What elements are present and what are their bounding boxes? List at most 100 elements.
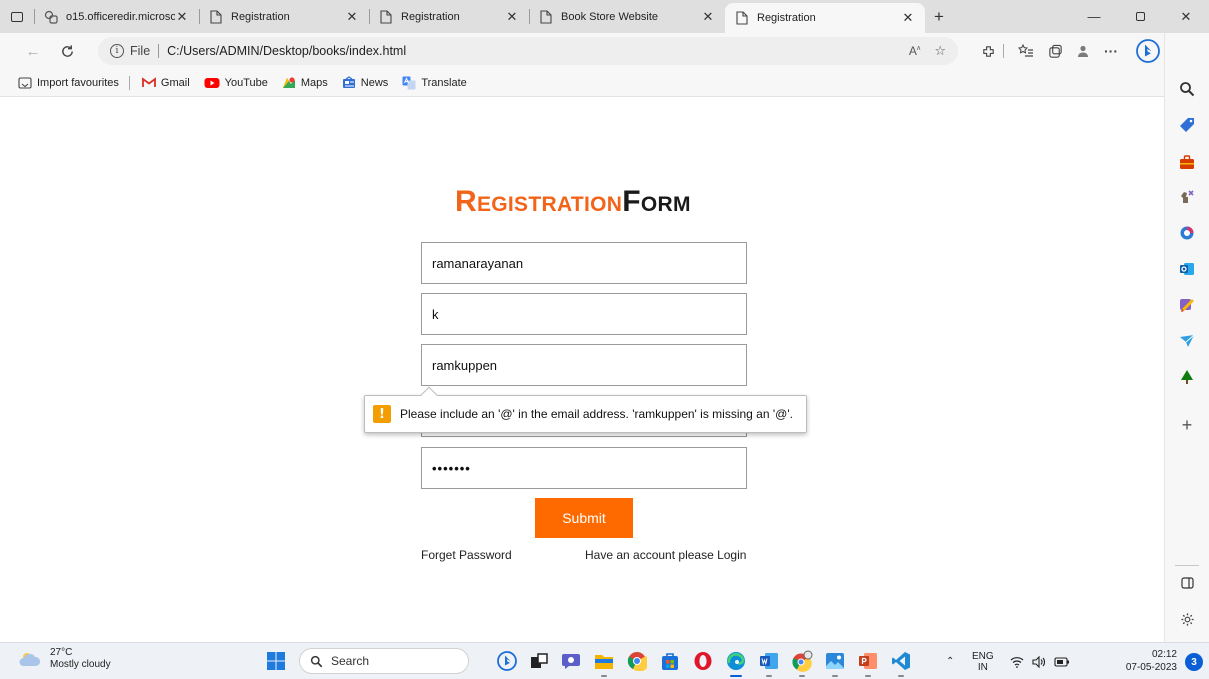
close-icon[interactable]: ✕ — [175, 9, 189, 25]
word-icon[interactable] — [758, 650, 780, 677]
login-link[interactable]: Have an account please Login — [585, 548, 746, 562]
clock-time: 02:12 — [1151, 649, 1177, 660]
lang-bottom: IN — [977, 661, 988, 673]
settings-menu-button[interactable]: ··· — [1097, 37, 1125, 65]
address-actions: Aʌ ☆ — [909, 37, 946, 65]
refresh-icon — [61, 44, 73, 57]
tab-actions-button[interactable] — [0, 0, 34, 33]
address-bar[interactable]: i File C:/Users/ADMIN/Desktop/books/inde… — [98, 37, 958, 65]
photos-icon[interactable] — [824, 650, 846, 677]
info-icon[interactable]: i — [110, 44, 124, 58]
sidebar-settings-gear-icon[interactable] — [1175, 607, 1199, 631]
sidebar-designer-icon[interactable] — [1175, 293, 1199, 317]
chrome-profile-icon[interactable] — [791, 650, 813, 677]
password-field[interactable]: ••••••• — [421, 447, 747, 489]
tooltip-arrow — [420, 386, 438, 404]
last-name-field[interactable]: k — [421, 293, 747, 335]
battery-icon — [1054, 656, 1069, 667]
email-field[interactable]: ramkuppen — [421, 344, 747, 386]
favourites-bar: Import favourites Gmail YouTube Maps New… — [0, 69, 1209, 97]
bing-chat-icon[interactable] — [1133, 36, 1163, 66]
minimize-button[interactable]: — — [1071, 0, 1117, 33]
office-icon — [44, 10, 58, 24]
tab-registration-1[interactable]: Registration ✕ — [199, 0, 369, 33]
validation-tooltip: ! Please include an '@' in the email add… — [364, 386, 807, 433]
fav-label: Gmail — [160, 76, 190, 89]
url-scheme: File — [130, 44, 151, 58]
fav-label: Maps — [300, 76, 328, 89]
sidebar-tools-icon[interactable] — [1175, 150, 1199, 174]
news-icon — [342, 76, 356, 89]
windows-start-icon[interactable] — [265, 650, 287, 672]
extensions-icon[interactable] — [974, 37, 1002, 65]
fav-youtube[interactable]: YouTube — [204, 77, 268, 89]
clock[interactable]: 02:12 07-05-2023 — [1126, 648, 1177, 674]
first-name-field[interactable]: ramanarayanan — [421, 242, 747, 284]
restore-button[interactable] — [1117, 0, 1163, 33]
edge-icon[interactable] — [725, 650, 747, 677]
tray-overflow-chevron-icon[interactable]: ⌃ — [946, 643, 954, 679]
forget-password-link[interactable]: Forget Password — [421, 548, 512, 562]
title-registration: Registration — [455, 185, 623, 218]
close-icon[interactable]: ✕ — [901, 10, 915, 26]
collections-icon[interactable] — [1041, 37, 1069, 65]
web-page: RegistrationForm ramanarayanan k ramkupp… — [0, 97, 1164, 642]
fav-label: Import favourites — [37, 76, 119, 89]
page-title: RegistrationForm — [455, 185, 691, 219]
tab-registration-active[interactable]: Registration ✕ — [725, 3, 925, 33]
vscode-icon[interactable] — [890, 650, 912, 677]
submit-button[interactable]: Submit — [535, 498, 633, 538]
taskbar-search[interactable]: Search — [299, 648, 469, 674]
tab-office[interactable]: o15.officeredir.microsoft.com ✕ — [34, 0, 199, 33]
volume-icon — [1032, 655, 1046, 668]
store-icon[interactable] — [659, 650, 681, 672]
sidebar-office-icon[interactable] — [1175, 221, 1199, 245]
fav-import-favourites[interactable]: Import favourites — [18, 77, 119, 89]
sidebar-outlook-icon[interactable] — [1175, 257, 1199, 281]
close-icon[interactable]: ✕ — [345, 9, 359, 25]
language-indicator[interactable]: ENG IN — [972, 643, 994, 679]
system-tray-icons[interactable] — [1010, 643, 1070, 679]
sidebar-search-icon[interactable] — [1175, 77, 1199, 101]
sidebar-add-icon[interactable]: + — [1175, 413, 1199, 437]
sidebar-send-icon[interactable] — [1175, 329, 1199, 353]
tab-label: Registration — [401, 10, 460, 23]
chrome-icon[interactable] — [626, 650, 648, 672]
favourites-icon[interactable] — [1012, 37, 1040, 65]
notification-badge[interactable]: 3 — [1185, 653, 1203, 671]
sidebar-shopping-icon[interactable] — [1175, 113, 1199, 137]
read-aloud-icon[interactable]: Aʌ — [909, 44, 921, 58]
tooltip-message: Please include an '@' in the email addre… — [400, 407, 793, 421]
fav-translate[interactable]: Translate — [402, 76, 467, 90]
bing-app-icon[interactable] — [496, 650, 518, 672]
tab-strip: o15.officeredir.microsoft.com ✕ Registra… — [0, 0, 1209, 33]
back-button[interactable]: ← — [18, 36, 48, 66]
favourite-star-icon[interactable]: ☆ — [934, 43, 946, 59]
tab-label: o15.officeredir.microsoft.com — [66, 10, 175, 23]
close-window-button[interactable]: ✕ — [1163, 0, 1209, 33]
sidebar-toggle-icon[interactable] — [1175, 571, 1199, 595]
fav-news[interactable]: News — [342, 76, 388, 89]
fav-maps[interactable]: Maps — [282, 76, 328, 90]
refresh-button[interactable] — [52, 36, 82, 66]
tab-book-store[interactable]: Book Store Website ✕ — [529, 0, 725, 33]
fav-label: Translate — [421, 76, 467, 89]
fav-label: YouTube — [224, 76, 268, 89]
cloud-icon — [19, 653, 41, 666]
close-icon[interactable]: ✕ — [701, 9, 715, 25]
teams-chat-icon[interactable] — [560, 650, 582, 672]
tab-registration-2[interactable]: Registration ✕ — [369, 0, 529, 33]
profile-icon[interactable] — [1069, 37, 1097, 65]
sidebar-tree-icon[interactable] — [1175, 365, 1199, 389]
powerpoint-icon[interactable] — [857, 650, 879, 677]
file-explorer-icon[interactable] — [593, 650, 615, 677]
youtube-icon — [204, 77, 220, 89]
import-icon — [18, 76, 32, 89]
task-view-icon[interactable] — [528, 650, 550, 672]
fav-gmail[interactable]: Gmail — [142, 77, 190, 89]
close-icon[interactable]: ✕ — [505, 9, 519, 25]
opera-icon[interactable] — [692, 650, 714, 672]
weather-widget[interactable]: 27°C Mostly cloudy — [18, 647, 111, 671]
sidebar-games-icon[interactable] — [1175, 185, 1199, 209]
new-tab-button[interactable]: + — [925, 0, 953, 33]
